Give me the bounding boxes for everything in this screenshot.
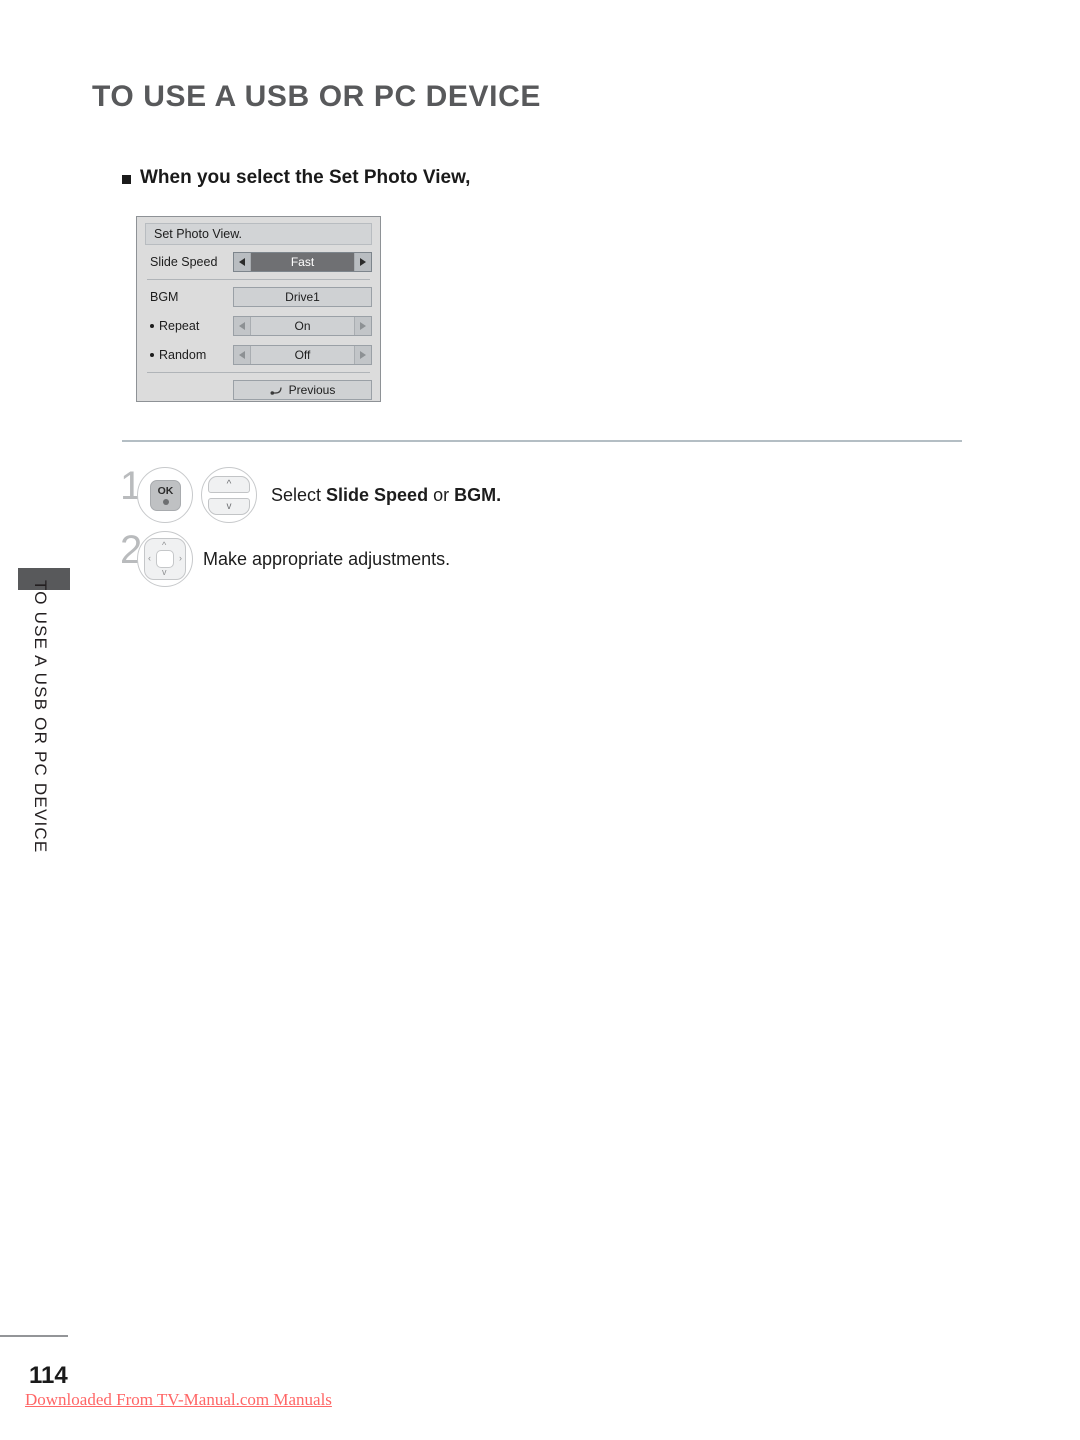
repeat-right-arrow-icon[interactable] xyxy=(354,316,371,335)
previous-button[interactable]: Previous xyxy=(233,380,372,400)
repeat-value: On xyxy=(294,318,311,333)
osd-divider-bottom xyxy=(147,372,370,373)
return-arrow-icon xyxy=(270,385,283,395)
ok-button-label: OK xyxy=(157,485,174,498)
repeat-spinner[interactable]: On xyxy=(233,315,372,336)
step-1-text: Select Slide Speed or BGM. xyxy=(271,485,501,506)
footer-divider xyxy=(0,1335,68,1337)
step-1-text-bold-2: BGM. xyxy=(454,485,502,505)
bgm-drive-button[interactable]: Drive1 xyxy=(233,286,372,307)
osd-row-slide-speed[interactable]: Slide Speed Fast xyxy=(145,249,372,274)
step-2-text: Make appropriate adjustments. xyxy=(203,549,451,569)
bullet-dot-icon xyxy=(150,352,154,357)
osd-row-bgm[interactable]: BGM Drive1 xyxy=(145,284,372,309)
previous-button-label: Previous xyxy=(288,383,336,397)
up-arrow-icon[interactable]: ^ xyxy=(208,476,250,493)
dpad-left-arrow-icon[interactable]: ‹ xyxy=(148,554,151,563)
side-tab-label: TO USE A USB OR PC DEVICE xyxy=(31,580,50,854)
osd-row-random[interactable]: Random Off xyxy=(145,342,372,367)
slide-speed-value: Fast xyxy=(251,252,354,271)
osd-divider-top xyxy=(147,279,370,280)
down-arrow-icon[interactable]: v xyxy=(208,498,250,515)
page-number: 114 xyxy=(29,1362,68,1389)
random-right-arrow-icon[interactable] xyxy=(354,345,371,364)
step-1-text-part-1: Select xyxy=(271,485,327,505)
slide-speed-right-arrow-icon[interactable] xyxy=(354,252,371,271)
osd-label-slide-speed: Slide Speed xyxy=(150,254,218,269)
osd-label-repeat-wrap: Repeat xyxy=(145,319,233,333)
osd-row-previous: Previous xyxy=(145,380,372,400)
dpad-center-button[interactable] xyxy=(156,550,174,568)
osd-row-repeat[interactable]: Repeat On xyxy=(145,313,372,338)
dpad-down-arrow-icon[interactable]: v xyxy=(162,568,167,577)
slide-speed-left-arrow-icon[interactable] xyxy=(234,252,251,271)
random-spinner[interactable]: Off xyxy=(233,344,372,365)
osd-label-bgm: BGM xyxy=(150,289,179,304)
content-divider xyxy=(122,440,962,442)
section-heading-label: When you select the Set Photo View, xyxy=(140,167,471,188)
square-bullet-icon xyxy=(122,174,131,184)
random-left-arrow-icon[interactable] xyxy=(234,345,251,364)
download-source-note[interactable]: Downloaded From TV-Manual.com Manuals xyxy=(25,1390,332,1410)
step-1-text-bold-1: Slide Speed xyxy=(326,485,429,505)
ok-button-dot-icon xyxy=(162,498,169,505)
osd-previous-spacer xyxy=(145,380,233,400)
page-title: TO USE A USB OR PC DEVICE xyxy=(92,80,541,113)
osd-menu-panel: Set Photo View. Slide Speed Fast BGM Dri… xyxy=(136,216,381,402)
bullet-dot-icon xyxy=(150,323,154,328)
up-down-button[interactable]: ^ v xyxy=(208,476,250,515)
osd-title-bar: Set Photo View. xyxy=(145,223,372,245)
slide-speed-spinner[interactable]: Fast xyxy=(233,251,372,272)
repeat-left-arrow-icon[interactable] xyxy=(234,316,251,335)
dpad-right-arrow-icon[interactable]: › xyxy=(179,554,182,563)
osd-label-repeat: Repeat xyxy=(159,318,200,333)
section-heading: When you select the Set Photo View, xyxy=(122,167,470,189)
step-1-text-part-2: or xyxy=(428,485,455,505)
random-value: Off xyxy=(294,347,311,362)
dpad-up-arrow-icon[interactable]: ^ xyxy=(162,541,166,550)
navigation-dpad-button[interactable]: ^ v ‹ › xyxy=(144,538,186,580)
osd-label-random: Random xyxy=(159,347,207,362)
ok-button[interactable]: OK xyxy=(150,480,181,511)
osd-label-random-wrap: Random xyxy=(145,348,233,362)
